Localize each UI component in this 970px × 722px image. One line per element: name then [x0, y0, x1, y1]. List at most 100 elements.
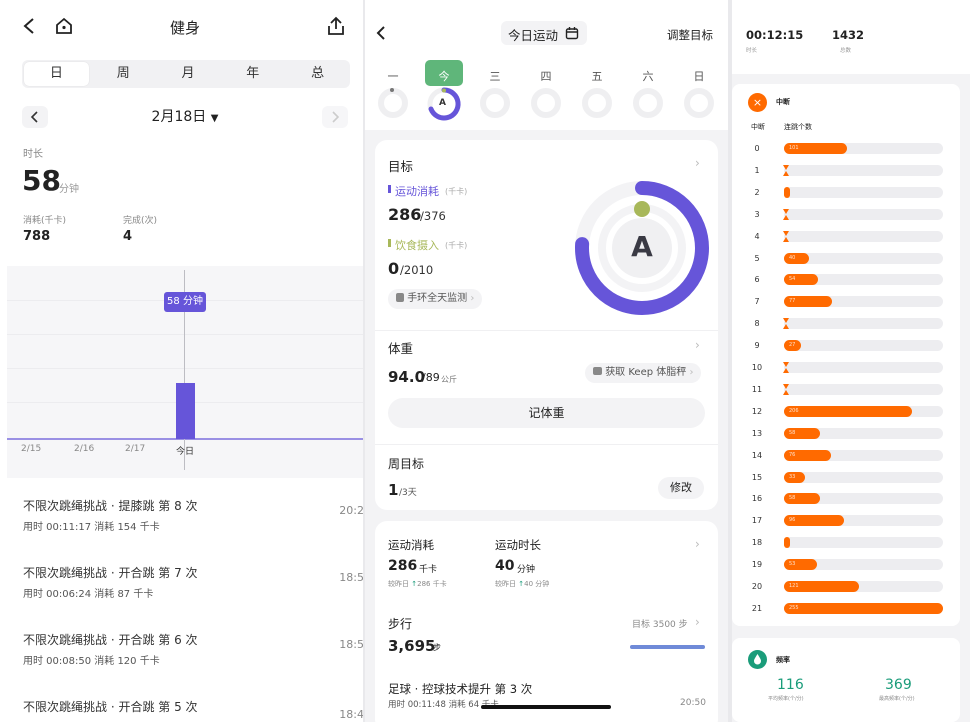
record-time: 20:28 [339, 504, 363, 517]
bar-fill[interactable] [783, 383, 789, 395]
day-ring[interactable] [531, 88, 561, 118]
bar-track [783, 318, 943, 330]
bar-fill[interactable]: 53 [784, 559, 818, 571]
avg-frequency-label: 平均频率(个/分) [768, 696, 804, 702]
bar-fill[interactable]: 33 [784, 471, 805, 483]
weekday-label[interactable]: 日 [687, 68, 711, 84]
title-chip[interactable]: 今日运动 [501, 21, 587, 45]
bar-fill[interactable] [783, 230, 789, 242]
chevron-right-icon[interactable]: › [695, 338, 700, 352]
bar-row: 21 255 [732, 602, 970, 616]
chevron-right-icon[interactable]: › [695, 615, 700, 629]
bar-fill[interactable]: 76 [784, 449, 832, 461]
weekday-label[interactable]: 六 [636, 68, 660, 84]
bar-fill[interactable]: 206 [784, 405, 913, 417]
day-ring[interactable] [480, 88, 510, 118]
record-title: 不限次跳绳挑战 · 提膝跳 第 8 次 [23, 499, 198, 513]
day-ring[interactable] [684, 88, 714, 118]
chevron-right-icon: › [470, 293, 475, 304]
tab-day[interactable]: 日 [24, 62, 89, 86]
list-item[interactable]: 不限次跳绳挑战 · 开合跳 第 7 次 用时 00:06:24 消耗 87 千卡… [23, 564, 363, 600]
chevron-right-icon[interactable]: › [695, 537, 700, 551]
share-icon[interactable] [326, 15, 346, 37]
bar-fill[interactable]: 77 [784, 296, 832, 308]
tab-year[interactable]: 年 [220, 60, 285, 88]
home-icon[interactable] [54, 16, 74, 36]
weekday-label[interactable]: 三 [483, 68, 507, 84]
hourglass-mark [783, 230, 789, 236]
back-icon[interactable] [375, 25, 387, 41]
bar-index-label: 18 [751, 538, 763, 548]
list-item[interactable]: 不限次跳绳挑战 · 开合跳 第 6 次 用时 00:08:50 消耗 120 千… [23, 631, 363, 667]
bar-row: 6 54 [732, 273, 970, 287]
bar-value-label: 206 [789, 407, 799, 414]
sport-time-value: 40 [495, 558, 515, 574]
weekday-label[interactable]: 四 [534, 68, 558, 84]
next-date-button[interactable] [322, 106, 348, 128]
bar-value-label: 27 [789, 342, 796, 349]
tab-month[interactable]: 月 [156, 60, 221, 88]
bar-track: 101 [784, 143, 943, 154]
kcal-label: 消耗(千卡) [23, 216, 67, 226]
adjust-goal-button[interactable]: 调整目标 [667, 27, 713, 43]
day-ring[interactable] [582, 88, 612, 118]
bar-fill[interactable] [784, 186, 790, 198]
bar-track [783, 230, 943, 242]
bar-fill[interactable]: 96 [784, 515, 844, 527]
bar-row: 3 [732, 208, 970, 222]
bar-index-label: 12 [751, 406, 763, 416]
bar-fill[interactable]: 54 [784, 274, 818, 286]
prev-date-button[interactable] [22, 106, 48, 128]
bar-fill[interactable]: 121 [784, 581, 860, 592]
football-title[interactable]: 足球 · 控球技术提升 第 3 次 [388, 681, 532, 697]
bar-fill[interactable]: 40 [784, 252, 809, 264]
weekday-label[interactable]: 五 [585, 68, 609, 84]
watch-icon [396, 293, 404, 302]
bar-fill[interactable]: 101 [784, 143, 847, 154]
bar-fill[interactable] [783, 164, 789, 176]
bar-fill[interactable]: 58 [784, 427, 821, 439]
intake-label: 饮食摄入 [395, 239, 439, 252]
bar-fill[interactable] [783, 362, 789, 373]
duration-bar[interactable] [176, 383, 195, 439]
sport-burn-compare: 较昨日 ↑286 千卡 [388, 579, 447, 589]
bar-fill[interactable]: 27 [784, 340, 801, 352]
done-value: 4 [123, 229, 133, 244]
bar-row: 18 [732, 536, 970, 550]
page-title: 今日运动 [508, 28, 559, 43]
bar-fill[interactable] [783, 208, 789, 220]
bar-fill[interactable]: 58 [784, 493, 821, 505]
bar-index-label: 17 [751, 516, 763, 526]
bar-row: 5 40 [732, 252, 970, 266]
goal-title: 目标 [388, 159, 414, 174]
bar-row: 7 77 [732, 295, 970, 309]
band-monitor-button[interactable]: 手环全天监测 › [388, 289, 483, 309]
record-time: 18:40 [339, 708, 363, 721]
bar-row: 14 76 [732, 449, 970, 463]
bar-track [784, 186, 943, 198]
chevron-right-icon[interactable]: › [695, 156, 700, 170]
daily-chart: 58 分钟 2/15 2/16 2/17 今日 [7, 266, 363, 478]
back-icon[interactable] [22, 17, 36, 35]
weekday-label[interactable]: 一 [381, 68, 405, 84]
bar-track: 33 [784, 471, 943, 483]
day-ring[interactable] [633, 88, 663, 118]
bar-index-label: 2 [754, 187, 760, 197]
list-item[interactable]: 不限次跳绳挑战 · 提膝跳 第 8 次 用时 00:11:17 消耗 154 千… [23, 497, 363, 533]
keep-scale-button[interactable]: 获取 Keep 体脂秤 › [585, 363, 702, 383]
tab-week[interactable]: 周 [91, 60, 156, 88]
bar-fill[interactable]: 255 [784, 602, 943, 614]
modify-button[interactable]: 修改 [658, 477, 704, 499]
bar-fill[interactable] [784, 537, 790, 549]
record-weight-button[interactable]: 记体重 [388, 398, 705, 428]
frequency-title: 频率 [776, 656, 790, 664]
col-break: 中断 [751, 123, 765, 131]
list-item[interactable]: 不限次跳绳挑战 · 开合跳 第 5 次 18:40 [23, 698, 363, 721]
fitness-panel: 健身 日 周 月 年 总 2月18日 ▼ 时长 58 分钟 消耗(千卡) 788… [0, 0, 363, 722]
hourglass-mark [783, 368, 789, 373]
day-ring[interactable] [378, 88, 408, 118]
tab-total[interactable]: 总 [285, 60, 350, 88]
bar-fill[interactable] [783, 318, 789, 330]
date-selector[interactable]: 2月18日 ▼ [130, 106, 240, 130]
bar-index-label: 19 [751, 560, 763, 570]
